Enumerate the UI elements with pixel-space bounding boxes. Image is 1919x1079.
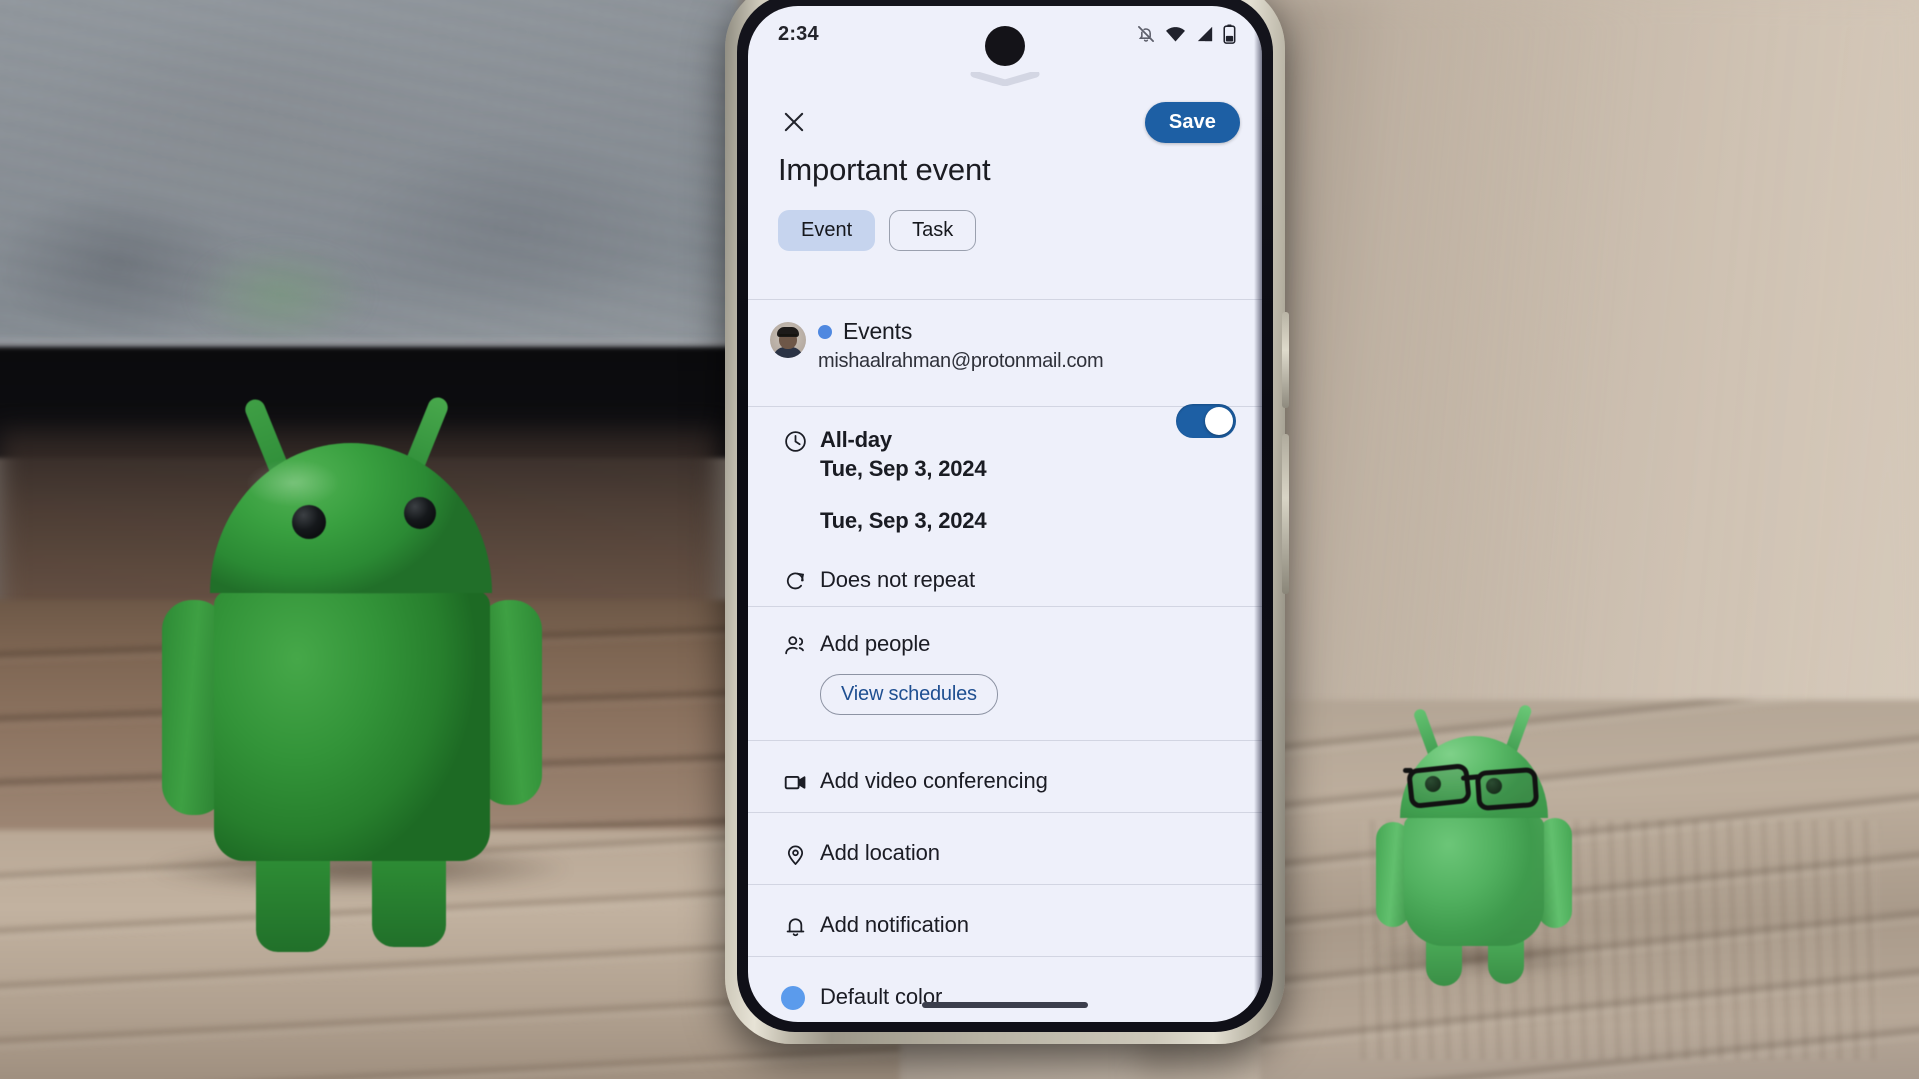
leg-left [256,847,330,952]
people-icon [770,631,820,658]
bell-muted-icon [1136,24,1156,44]
screen-edge-curvature [1254,6,1262,1022]
calendar-name-line: Events [818,318,1103,345]
sheet-grabber-chevron[interactable] [968,72,1042,86]
calendar-name: Events [843,318,913,344]
toggle-knob [1205,407,1233,435]
navigation-bar [748,988,1262,1022]
front-camera-punch-hole [985,26,1025,66]
cellular-signal-icon [1195,25,1214,43]
view-schedules-button[interactable]: View schedules [820,674,998,715]
head-highlight [245,459,340,507]
monitor-screen-texture [0,0,740,360]
android-figurine-large [150,385,580,952]
repeat-row[interactable]: Does not repeat [748,554,1262,606]
repeat-icon [770,567,820,594]
avatar-glasses [779,334,797,341]
divider [748,606,1262,607]
add-video-conferencing-label: Add video conferencing [820,768,1048,793]
start-date-field[interactable]: Tue, Sep 3, 2024 [820,456,987,482]
add-notification-row[interactable]: Add notification [748,898,1262,952]
all-day-toggle[interactable] [1176,404,1236,438]
calendar-account-row[interactable]: Events mishaalrahman@protonmail.com [748,300,1262,387]
video-camera-icon [770,768,820,795]
event-task-tabs: Event Task [778,210,977,251]
eye-left [292,505,326,539]
add-location-row[interactable]: Add location [748,826,1262,880]
power-button[interactable] [1282,312,1289,408]
lens-left [1406,762,1472,810]
wifi-icon [1165,25,1186,43]
lens-right [1474,766,1540,812]
eye-right [404,497,436,529]
status-bar-clock: 2:34 [778,22,819,45]
home-gesture-pill[interactable] [922,1002,1088,1008]
clock-icon [770,427,820,454]
tab-task[interactable]: Task [889,210,977,251]
divider [748,740,1262,741]
calendar-color-dot-icon [818,324,832,339]
save-button[interactable]: Save [1144,101,1240,143]
tab-event[interactable]: Event [778,210,876,251]
torso [1404,816,1544,946]
add-people-label: Add people [820,631,931,656]
account-email: mishaalrahman@protonmail.com [818,350,1104,372]
divider [748,884,1262,885]
battery-icon [1223,24,1236,44]
smartphone: 2:34 Save Important event Event Task Eve… [725,0,1289,1057]
add-notification-label: Add notification [820,912,969,937]
monitor-green-glow [190,245,370,345]
add-location-label: Add location [820,840,940,865]
all-day-label: All-day [820,427,892,452]
divider [748,812,1262,813]
glasses-temple [1403,768,1413,773]
status-bar-icons [1136,24,1236,44]
torso [214,591,490,861]
head [210,443,492,593]
add-people-row[interactable]: Add people [748,620,1262,668]
phone-screen: 2:34 Save Important event Event Task Eve… [748,6,1262,1022]
app-top-bar: Save [748,92,1262,152]
leg-right [372,847,446,947]
event-title-input[interactable]: Important event [778,152,1228,188]
photo-scene: 2:34 Save Important event Event Task Eve… [0,0,1919,1079]
add-video-conferencing-row[interactable]: Add video conferencing [748,754,1262,808]
end-date-field[interactable]: Tue, Sep 3, 2024 [820,508,987,534]
divider [748,956,1262,957]
bell-icon [770,912,820,939]
avatar [770,322,806,358]
volume-button[interactable] [1282,434,1289,594]
calendar-text-block: Events mishaalrahman@protonmail.com [818,318,1104,373]
location-pin-icon [770,840,820,867]
eyeglasses [1403,762,1546,812]
close-icon[interactable] [774,102,814,142]
android-figurine-small-with-glasses [1376,700,1598,986]
repeat-label: Does not repeat [820,567,976,592]
